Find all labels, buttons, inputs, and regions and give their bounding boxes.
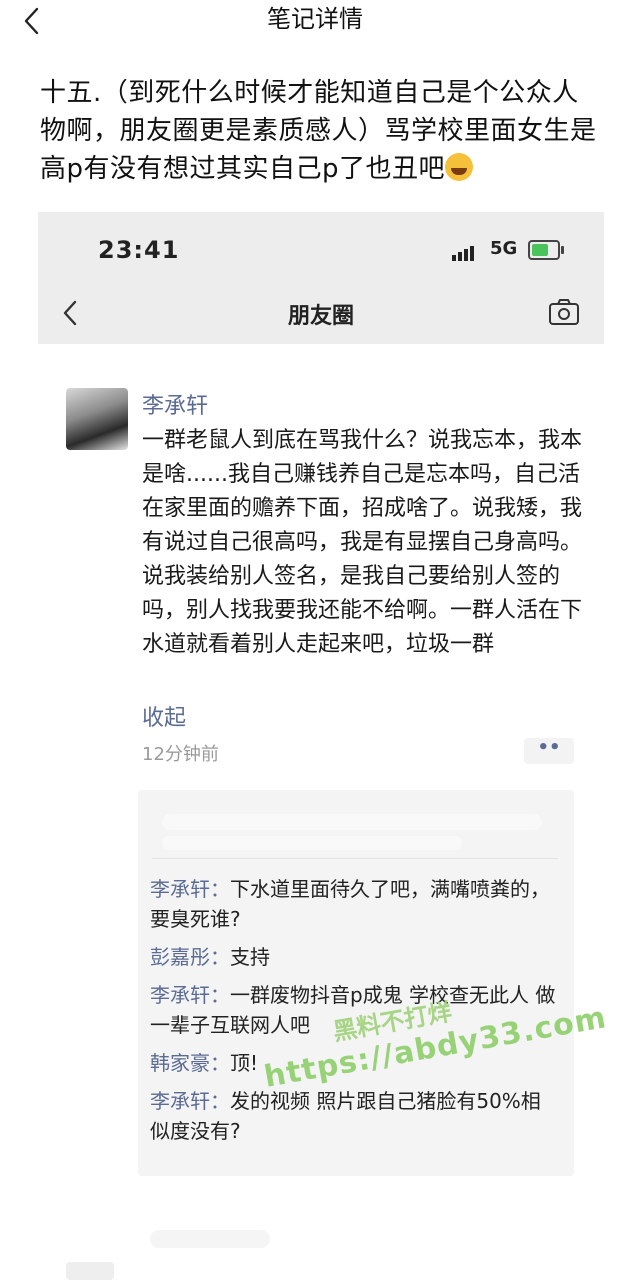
phone-header: 23:41 5G 朋友圈	[38, 212, 604, 344]
avatar[interactable]	[66, 388, 128, 450]
more-options-button[interactable]: ••	[524, 738, 574, 764]
laughing-emoji-icon	[445, 153, 474, 181]
moments-title: 朋友圈	[287, 304, 354, 329]
post-time: 12分钟前	[142, 744, 219, 765]
signal-icon	[452, 242, 476, 261]
page-title: 笔记详情	[267, 5, 363, 33]
app-bar: 笔记详情	[0, 0, 630, 50]
camera-icon[interactable]	[548, 298, 580, 330]
comments-panel: 李承轩：下水道里面待久了吧，满嘴喷粪的，要臭死谁? 彭嘉彤：支持 李承轩：一群废…	[138, 790, 574, 1176]
comment-item[interactable]: 彭嘉彤：支持	[150, 942, 560, 972]
author-name[interactable]: 李承轩	[142, 388, 208, 420]
note-body: 十五.（到死什么时候才能知道自己是个公众人物啊，朋友圈更是素质感人）骂学校里面女…	[40, 78, 597, 184]
comment-item[interactable]: 李承轩：下水道里面待久了吧，满嘴喷粪的，要臭死谁?	[150, 874, 560, 934]
comment-item[interactable]: 李承轩：发的视频 照片跟自己猪脸有50%相似度没有?	[150, 1086, 560, 1146]
status-time: 23:41	[98, 236, 180, 264]
likes-row-blurred	[152, 804, 558, 859]
battery-icon	[528, 240, 564, 260]
collapse-link[interactable]: 收起	[142, 700, 186, 732]
network-label: 5G	[490, 238, 518, 259]
note-text: 十五.（到死什么时候才能知道自己是个公众人物啊，朋友圈更是素质感人）骂学校里面女…	[40, 74, 600, 188]
moment-content: 一群老鼠人到底在骂我什么？说我忘本，我本是啥......我自己赚钱养自己是忘本吗…	[142, 428, 583, 657]
next-post-partial	[0, 1222, 630, 1280]
